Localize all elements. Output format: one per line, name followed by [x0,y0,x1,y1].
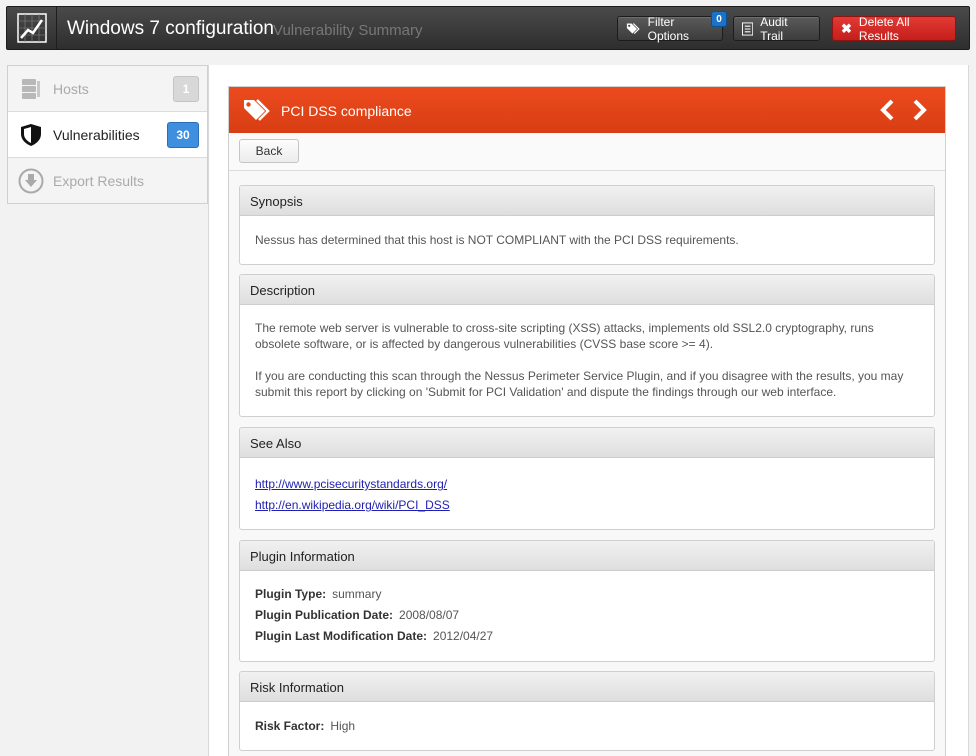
download-icon [18,168,44,194]
panel-header: PCI DSS compliance [229,87,945,133]
sidebar-item-export-results[interactable]: Export Results [8,158,207,204]
filter-options-button[interactable]: Filter Options [617,14,723,43]
description-paragraph: The remote web server is vulnerable to c… [255,321,874,351]
sidebar-item-label: Export Results [53,173,145,189]
section-title: Risk Information [240,672,934,702]
vulnerabilities-count-badge: 30 [167,122,199,148]
sidebar-item-label: Hosts [53,81,89,97]
sidebar-item-vulnerabilities[interactable]: Vulnerabilities 30 [8,112,207,158]
section-title: Synopsis [240,186,934,216]
chevron-left-icon [880,99,894,121]
pci-standards-link[interactable]: http://www.pcisecuritystandards.org/ [255,474,919,495]
filter-count-badge: 0 [711,11,727,27]
tags-icon [244,99,270,121]
list-document-icon [742,21,754,36]
description-section: Description The remote web server is vul… [239,274,935,417]
filter-options-label: Filter Options [647,14,690,43]
server-icon [18,76,44,102]
sidebar-item-hosts[interactable]: Hosts 1 [8,66,207,112]
chevron-right-icon [913,99,927,121]
close-icon: ✖ [841,20,852,36]
sidebar-item-label: Vulnerabilities [53,127,140,143]
synopsis-section: Synopsis Nessus has determined that this… [239,185,935,265]
tags-icon [626,22,640,34]
page-title: Windows 7 configuration [67,18,274,39]
shield-icon [18,122,44,148]
description-paragraph: If you are conducting this scan through … [255,369,904,399]
chart-logo-icon [16,13,47,43]
risk-factor-row: Risk Factor: High [255,719,356,733]
synopsis-text: Nessus has determined that this host is … [255,233,739,247]
section-title: Plugin Information [240,541,934,571]
sidebar: Hosts 1 Vulnerabilities 30 Export Result… [7,65,208,204]
vulnerability-detail-panel: PCI DSS compliance Back Synopsis Nessus … [228,86,946,756]
wikipedia-pci-link[interactable]: http://en.wikipedia.org/wiki/PCI_DSS [255,495,919,516]
page-subtitle: Vulnerability Summary [273,22,423,39]
top-bar: Windows 7 configuration Vulnerability Su… [6,6,970,50]
app-logo[interactable] [7,7,57,49]
plugin-modification-date-row: Plugin Last Modification Date: 2012/04/27 [255,629,494,643]
previous-button[interactable] [875,97,899,123]
plugin-publication-date-row: Plugin Publication Date: 2008/08/07 [255,608,460,622]
delete-all-results-button[interactable]: ✖ Delete All Results [832,14,956,43]
next-button[interactable] [908,97,932,123]
delete-all-results-label: Delete All Results [858,14,910,43]
panel-title: PCI DSS compliance [281,103,412,119]
see-also-section: See Also http://www.pcisecuritystandards… [239,427,935,530]
back-button[interactable]: Back [239,139,299,163]
risk-information-section: Risk Information Risk Factor: High [239,671,935,751]
panel-toolbar: Back [229,133,945,171]
audit-trail-label: Audit Trail [760,14,788,43]
audit-trail-button[interactable]: Audit Trail [733,14,820,43]
plugin-information-section: Plugin Information Plugin Type: summary P… [239,540,935,662]
plugin-type-row: Plugin Type: summary [255,587,382,601]
section-title: Description [240,275,934,305]
section-title: See Also [240,428,934,458]
hosts-count-badge: 1 [173,76,199,102]
